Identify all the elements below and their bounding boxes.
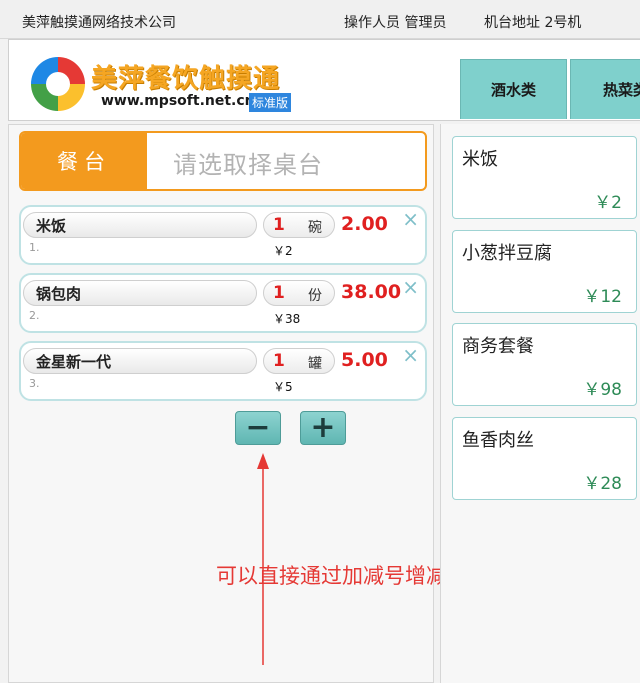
company-name: 美萍触摸通网络技术公司 [22,15,176,31]
tab-label: 酒水类 [490,81,536,99]
remove-icon[interactable]: × [402,275,419,299]
dish-price: ￥98 [583,380,622,400]
item-index: 3. [29,377,40,390]
dish-panel: 米饭 ￥2 小葱拌豆腐 ￥12 商务套餐 ￥98 鱼香肉丝 ￥28 [440,124,640,683]
table-button[interactable]: 餐台 [21,133,147,189]
dish-name: 商务套餐 [462,336,534,357]
item-quantity: 1 [273,351,285,371]
item-unit-price: ￥2 [273,244,293,258]
item-unit: 份 [308,288,322,304]
machine-address: 机台地址 2号机 [484,15,582,31]
decrease-quantity-button[interactable]: − [235,411,281,445]
logo-title: 美萍餐饮触摸通 [91,64,281,94]
quantity-pill[interactable]: 1 罐 [263,348,335,374]
item-name[interactable]: 金星新一代 [23,348,257,374]
dish-card[interactable]: 小葱拌豆腐 ￥12 [452,230,637,313]
item-total: 38.00 [341,281,402,303]
order-item[interactable]: 金星新一代 3. 1 罐 ￥5 5.00 × [19,341,427,401]
order-item[interactable]: 米饭 1. 1 碗 ￥2 2.00 × [19,205,427,265]
item-name[interactable]: 米饭 [23,212,257,238]
order-panel: 餐台 请选取择桌台 米饭 1. 1 碗 ￥2 2.00 × 锅包肉 2. 1 份… [8,124,434,683]
remove-icon[interactable]: × [402,343,419,367]
logo-icon [31,57,85,111]
tab-drinks[interactable]: 酒水类 [460,59,567,119]
item-unit-price: ￥5 [273,380,293,394]
edition-badge: 标准版 [249,93,292,112]
dish-price: ￥28 [583,474,622,494]
quantity-pill[interactable]: 1 份 [263,280,335,306]
dish-card[interactable]: 米饭 ￥2 [452,136,637,219]
order-item[interactable]: 锅包肉 2. 1 份 ￥38 38.00 × [19,273,427,333]
dish-name: 小葱拌豆腐 [462,243,552,264]
dish-price: ￥12 [583,287,622,307]
app-header: 美萍餐饮触摸通 www.mpsoft.net.cn 标准版 酒水类 热菜类 [8,39,640,121]
item-name[interactable]: 锅包肉 [23,280,257,306]
tab-label: 热菜类 [603,81,640,99]
remove-icon[interactable]: × [402,207,419,231]
dish-card[interactable]: 商务套餐 ￥98 [452,323,637,406]
dish-name: 米饭 [462,149,498,170]
table-selector: 餐台 请选取择桌台 [19,131,427,191]
tab-hot-dishes[interactable]: 热菜类 [570,59,640,119]
table-placeholder[interactable]: 请选取择桌台 [173,145,323,180]
operator-info: 操作人员 管理员 [344,15,447,31]
item-index: 2. [29,309,40,322]
item-total: 5.00 [341,349,388,371]
status-bar: 美萍触摸通网络技术公司 操作人员 管理员 机台地址 2号机 [0,0,640,39]
item-unit: 罐 [308,356,322,372]
dish-price: ￥2 [594,193,622,213]
item-unit-price: ￥38 [273,312,301,326]
quantity-pill[interactable]: 1 碗 [263,212,335,238]
item-quantity: 1 [273,283,285,303]
logo-url: www.mpsoft.net.cn [101,93,255,109]
item-total: 2.00 [341,213,388,235]
item-unit: 碗 [308,220,322,236]
increase-quantity-button[interactable]: + [300,411,346,445]
dish-card[interactable]: 鱼香肉丝 ￥28 [452,417,637,500]
item-quantity: 1 [273,215,285,235]
item-index: 1. [29,241,40,254]
dish-name: 鱼香肉丝 [462,430,534,451]
